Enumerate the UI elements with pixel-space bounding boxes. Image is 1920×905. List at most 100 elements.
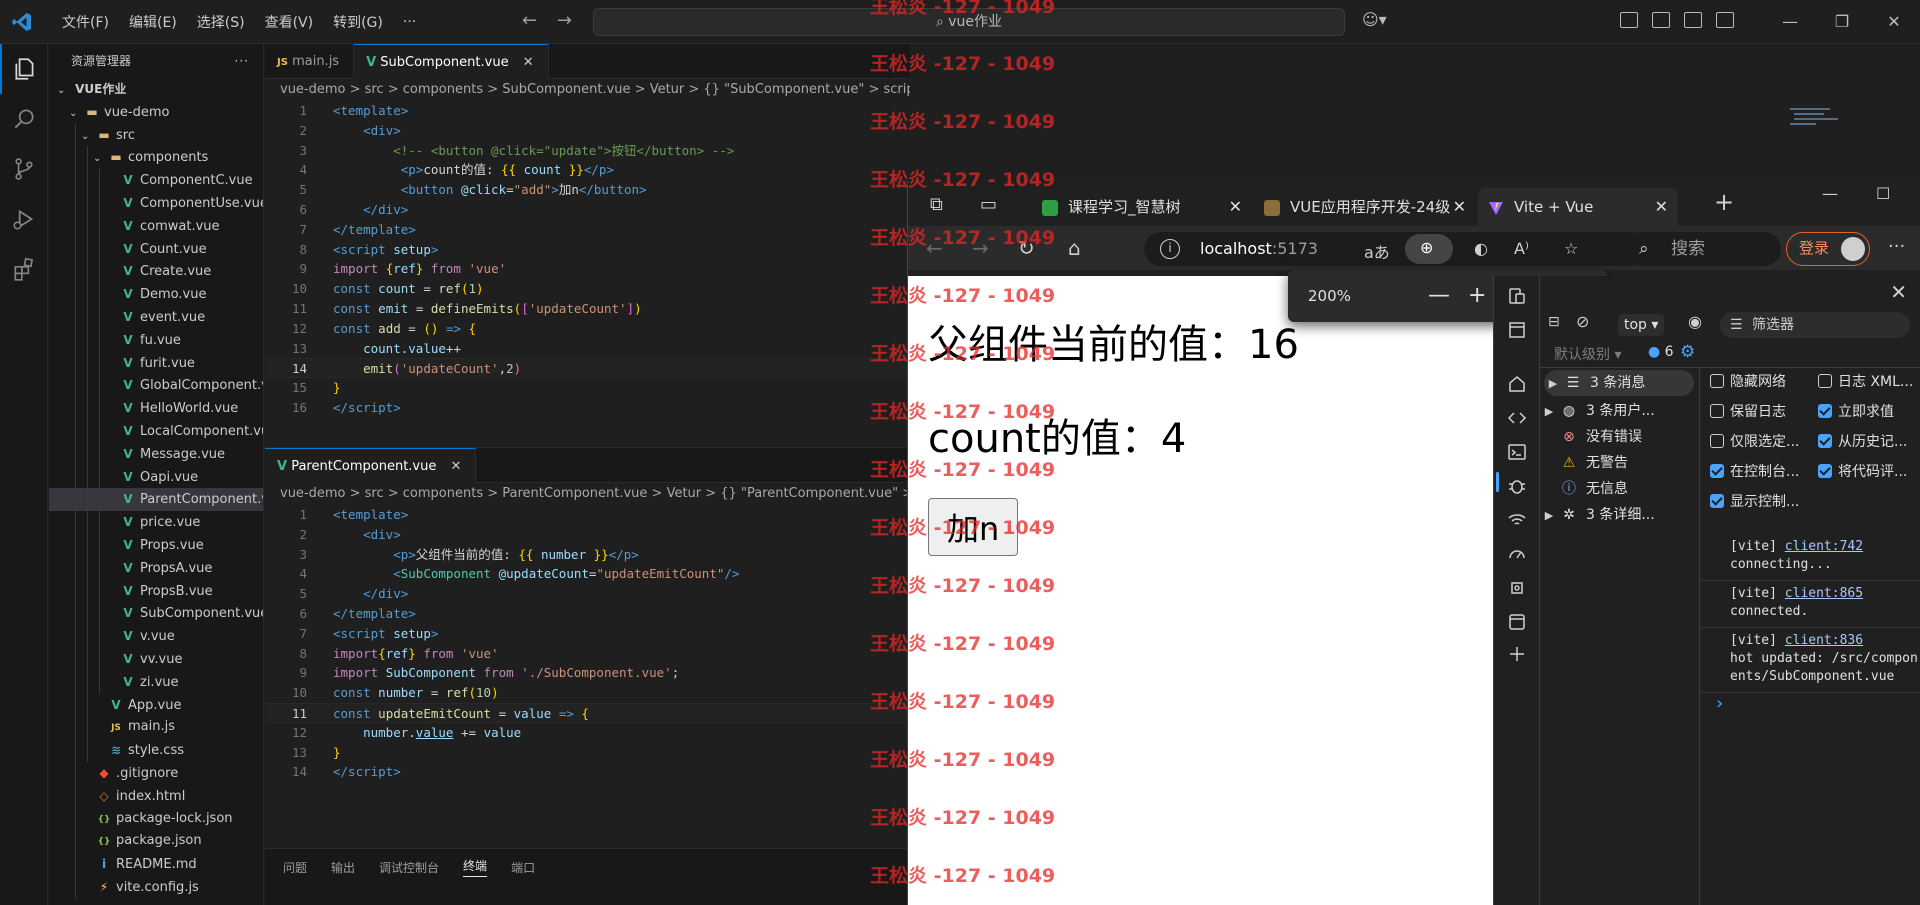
tree-folder[interactable]: ⌄ ▬ vue-demo bbox=[49, 101, 263, 124]
tree-file[interactable]: i README.md bbox=[49, 853, 263, 876]
sidebar-toggle-icon[interactable]: ⊟ bbox=[1548, 314, 1560, 330]
sources-bug-icon[interactable] bbox=[1507, 476, 1527, 496]
toggle-secondary-sidebar-icon[interactable] bbox=[1716, 12, 1734, 28]
edge-copilot-icon[interactable]: ◐ bbox=[1474, 239, 1488, 258]
option-eager-eval[interactable]: 立即求值 bbox=[1818, 402, 1920, 422]
tree-file[interactable]: Vcomwat.vue bbox=[49, 214, 263, 238]
address-bar[interactable]: i localhost:5173 aあ ⊕ ◐ A⁾ ☆ bbox=[1144, 232, 1646, 266]
log-level-dropdown[interactable]: 默认级别 ▾ bbox=[1554, 344, 1621, 364]
tree-root[interactable]: ⌄ VUE作业 bbox=[49, 78, 263, 101]
toggle-sidebar-icon[interactable] bbox=[1652, 12, 1670, 28]
option-preserve-log[interactable]: 保留日志 bbox=[1710, 402, 1818, 422]
menu-more[interactable]: ··· bbox=[393, 14, 426, 30]
context-selector[interactable]: top ▾ bbox=[1618, 314, 1665, 336]
checkbox-checked[interactable] bbox=[1818, 404, 1832, 418]
panel-tab-ports[interactable]: 端口 bbox=[511, 859, 535, 876]
tree-file[interactable]: V Oapi.vue bbox=[49, 465, 263, 489]
messages-row-info[interactable]: ⓘ 无信息 bbox=[1540, 476, 1700, 502]
tree-file[interactable]: V ParentComponent.v... bbox=[49, 488, 263, 512]
close-tab-icon[interactable]: ✕ bbox=[1655, 188, 1668, 226]
console-prompt[interactable]: › bbox=[1700, 693, 1920, 714]
tree-file[interactable]: V Message.vue bbox=[49, 442, 263, 466]
menu-view[interactable]: 查看(V) bbox=[255, 12, 324, 32]
code-area[interactable]: 1 <template> 2 <div> 3 <p>父组件当前的值: {{ num… bbox=[265, 505, 910, 782]
tree-file[interactable]: V App.vue bbox=[49, 693, 263, 717]
run-debug-icon[interactable] bbox=[0, 194, 48, 244]
checkbox[interactable] bbox=[1710, 404, 1724, 418]
checkbox-checked[interactable] bbox=[1818, 464, 1832, 478]
tree-file[interactable]: V Create.vue bbox=[49, 260, 263, 284]
option-treat-eval[interactable]: 将代码评... bbox=[1818, 462, 1920, 482]
tree-file[interactable]: Vzi.vue bbox=[49, 670, 263, 694]
menu-file[interactable]: 文件(F) bbox=[52, 12, 119, 32]
checkbox[interactable] bbox=[1818, 374, 1832, 388]
menu-edit[interactable]: 编辑(E) bbox=[119, 12, 187, 32]
menu-go[interactable]: 转到(G) bbox=[323, 12, 393, 32]
messages-row-all[interactable]: ▶ ☰ 3 条消息 bbox=[1544, 370, 1694, 396]
option-log-xml[interactable]: 日志 XML... bbox=[1818, 372, 1920, 392]
extensions-icon[interactable] bbox=[0, 244, 48, 294]
minimize-icon[interactable]: — bbox=[1764, 0, 1816, 44]
tree-file[interactable]: V PropsA.vue bbox=[49, 556, 263, 580]
close-tab-icon[interactable]: ✕ bbox=[1229, 188, 1242, 226]
menu-selection[interactable]: 选择(S) bbox=[187, 12, 255, 32]
console-filter-input[interactable]: ☰ 筛选器 bbox=[1720, 312, 1910, 338]
site-info-icon[interactable]: i bbox=[1160, 239, 1180, 259]
restore-icon[interactable]: ❐ bbox=[1816, 0, 1868, 44]
browser-search-box[interactable]: ⌕ 搜索 bbox=[1623, 232, 1781, 266]
tree-file[interactable]: ≋ style.css bbox=[49, 739, 263, 762]
tree-file[interactable]: V ComponentC.vue bbox=[49, 169, 263, 192]
clear-console-icon[interactable]: ⊘ bbox=[1576, 312, 1589, 331]
browser-tab-vite-vue[interactable]: Vite + Vue ✕ bbox=[1478, 188, 1678, 226]
option-group-similar[interactable]: 在控制台... bbox=[1710, 462, 1818, 482]
tree-file[interactable]: V LocalComponent.vue bbox=[49, 419, 263, 443]
log-source-link[interactable]: client:742 bbox=[1785, 539, 1863, 554]
tree-folder[interactable]: ⌄ ▬ src bbox=[49, 123, 263, 147]
zoom-out-button[interactable]: — bbox=[1428, 270, 1450, 322]
checkbox-checked[interactable] bbox=[1710, 494, 1724, 508]
tree-file[interactable]: Vvv.vue bbox=[49, 647, 263, 671]
source-control-icon[interactable] bbox=[0, 144, 48, 194]
performance-icon[interactable] bbox=[1507, 544, 1527, 564]
tree-file[interactable]: Vprice.vue bbox=[49, 511, 263, 534]
tree-file[interactable]: {} package.json bbox=[49, 830, 263, 854]
code-area[interactable]: 1 <template> 2 <div> 3 <!-- <button @clic… bbox=[265, 101, 910, 418]
close-tab-icon[interactable]: ✕ bbox=[1453, 188, 1466, 226]
checkbox-checked[interactable] bbox=[1710, 464, 1724, 478]
console-settings-gear-icon[interactable]: ⚙ bbox=[1680, 342, 1695, 362]
tree-file[interactable]: V HelloWorld.vue bbox=[49, 397, 263, 420]
read-aloud-a-icon[interactable]: A⁾ bbox=[1514, 239, 1529, 258]
device-emulation-icon[interactable] bbox=[1507, 286, 1527, 306]
panel-tab-output[interactable]: 输出 bbox=[331, 859, 355, 876]
login-button[interactable]: 登录 bbox=[1786, 232, 1870, 266]
console-icon[interactable] bbox=[1507, 442, 1527, 462]
breadcrumb[interactable]: vue-demo > src > components > SubCompone… bbox=[265, 79, 910, 101]
tree-file[interactable]: {} package-lock.json bbox=[49, 807, 263, 831]
option-selected-context[interactable]: 仅限选定... bbox=[1710, 432, 1818, 452]
tree-file[interactable]: V PropsB.vue bbox=[49, 579, 263, 603]
close-tab-icon[interactable]: ✕ bbox=[451, 459, 462, 474]
application-icon[interactable] bbox=[1507, 612, 1527, 632]
browser-tab-vue-course[interactable]: VUE应用程序开发-24级 ✕ bbox=[1254, 188, 1476, 226]
home-icon[interactable]: ⌂ bbox=[1068, 236, 1081, 260]
breadcrumb[interactable]: vue-demo > src > components > ParentComp… bbox=[265, 483, 910, 505]
panel-tab-debug-console[interactable]: 调试控制台 bbox=[379, 859, 439, 876]
live-expression-eye-icon[interactable]: ◉ bbox=[1688, 312, 1702, 331]
tab-subcomponent-vue[interactable]: V SubComponent.vue ✕ bbox=[354, 44, 549, 79]
more-tools-plus-icon[interactable] bbox=[1507, 644, 1527, 664]
messages-row-user[interactable]: ▶ ◍ 3 条用户... bbox=[1540, 398, 1700, 424]
browser-menu-icon[interactable]: ··· bbox=[1888, 236, 1905, 257]
welcome-icon[interactable] bbox=[1507, 320, 1527, 340]
memory-chip-icon[interactable] bbox=[1507, 578, 1527, 598]
option-hide-network[interactable]: 隐藏网络 bbox=[1710, 372, 1818, 392]
tree-file[interactable]: JS main.js bbox=[49, 716, 263, 740]
home-tool-icon[interactable] bbox=[1507, 374, 1527, 394]
explorer-icon[interactable] bbox=[0, 44, 48, 94]
zoom-indicator-button[interactable]: ⊕ bbox=[1405, 234, 1453, 264]
checkbox-checked[interactable] bbox=[1818, 434, 1832, 448]
elements-icon[interactable] bbox=[1507, 408, 1527, 428]
tree-file[interactable]: Vfu.vue bbox=[49, 328, 263, 352]
vertical-tabs-icon[interactable]: ▭ bbox=[980, 194, 997, 215]
browser-minimize-icon[interactable]: — bbox=[1822, 184, 1838, 203]
forward-arrow-icon[interactable]: → bbox=[557, 10, 572, 31]
